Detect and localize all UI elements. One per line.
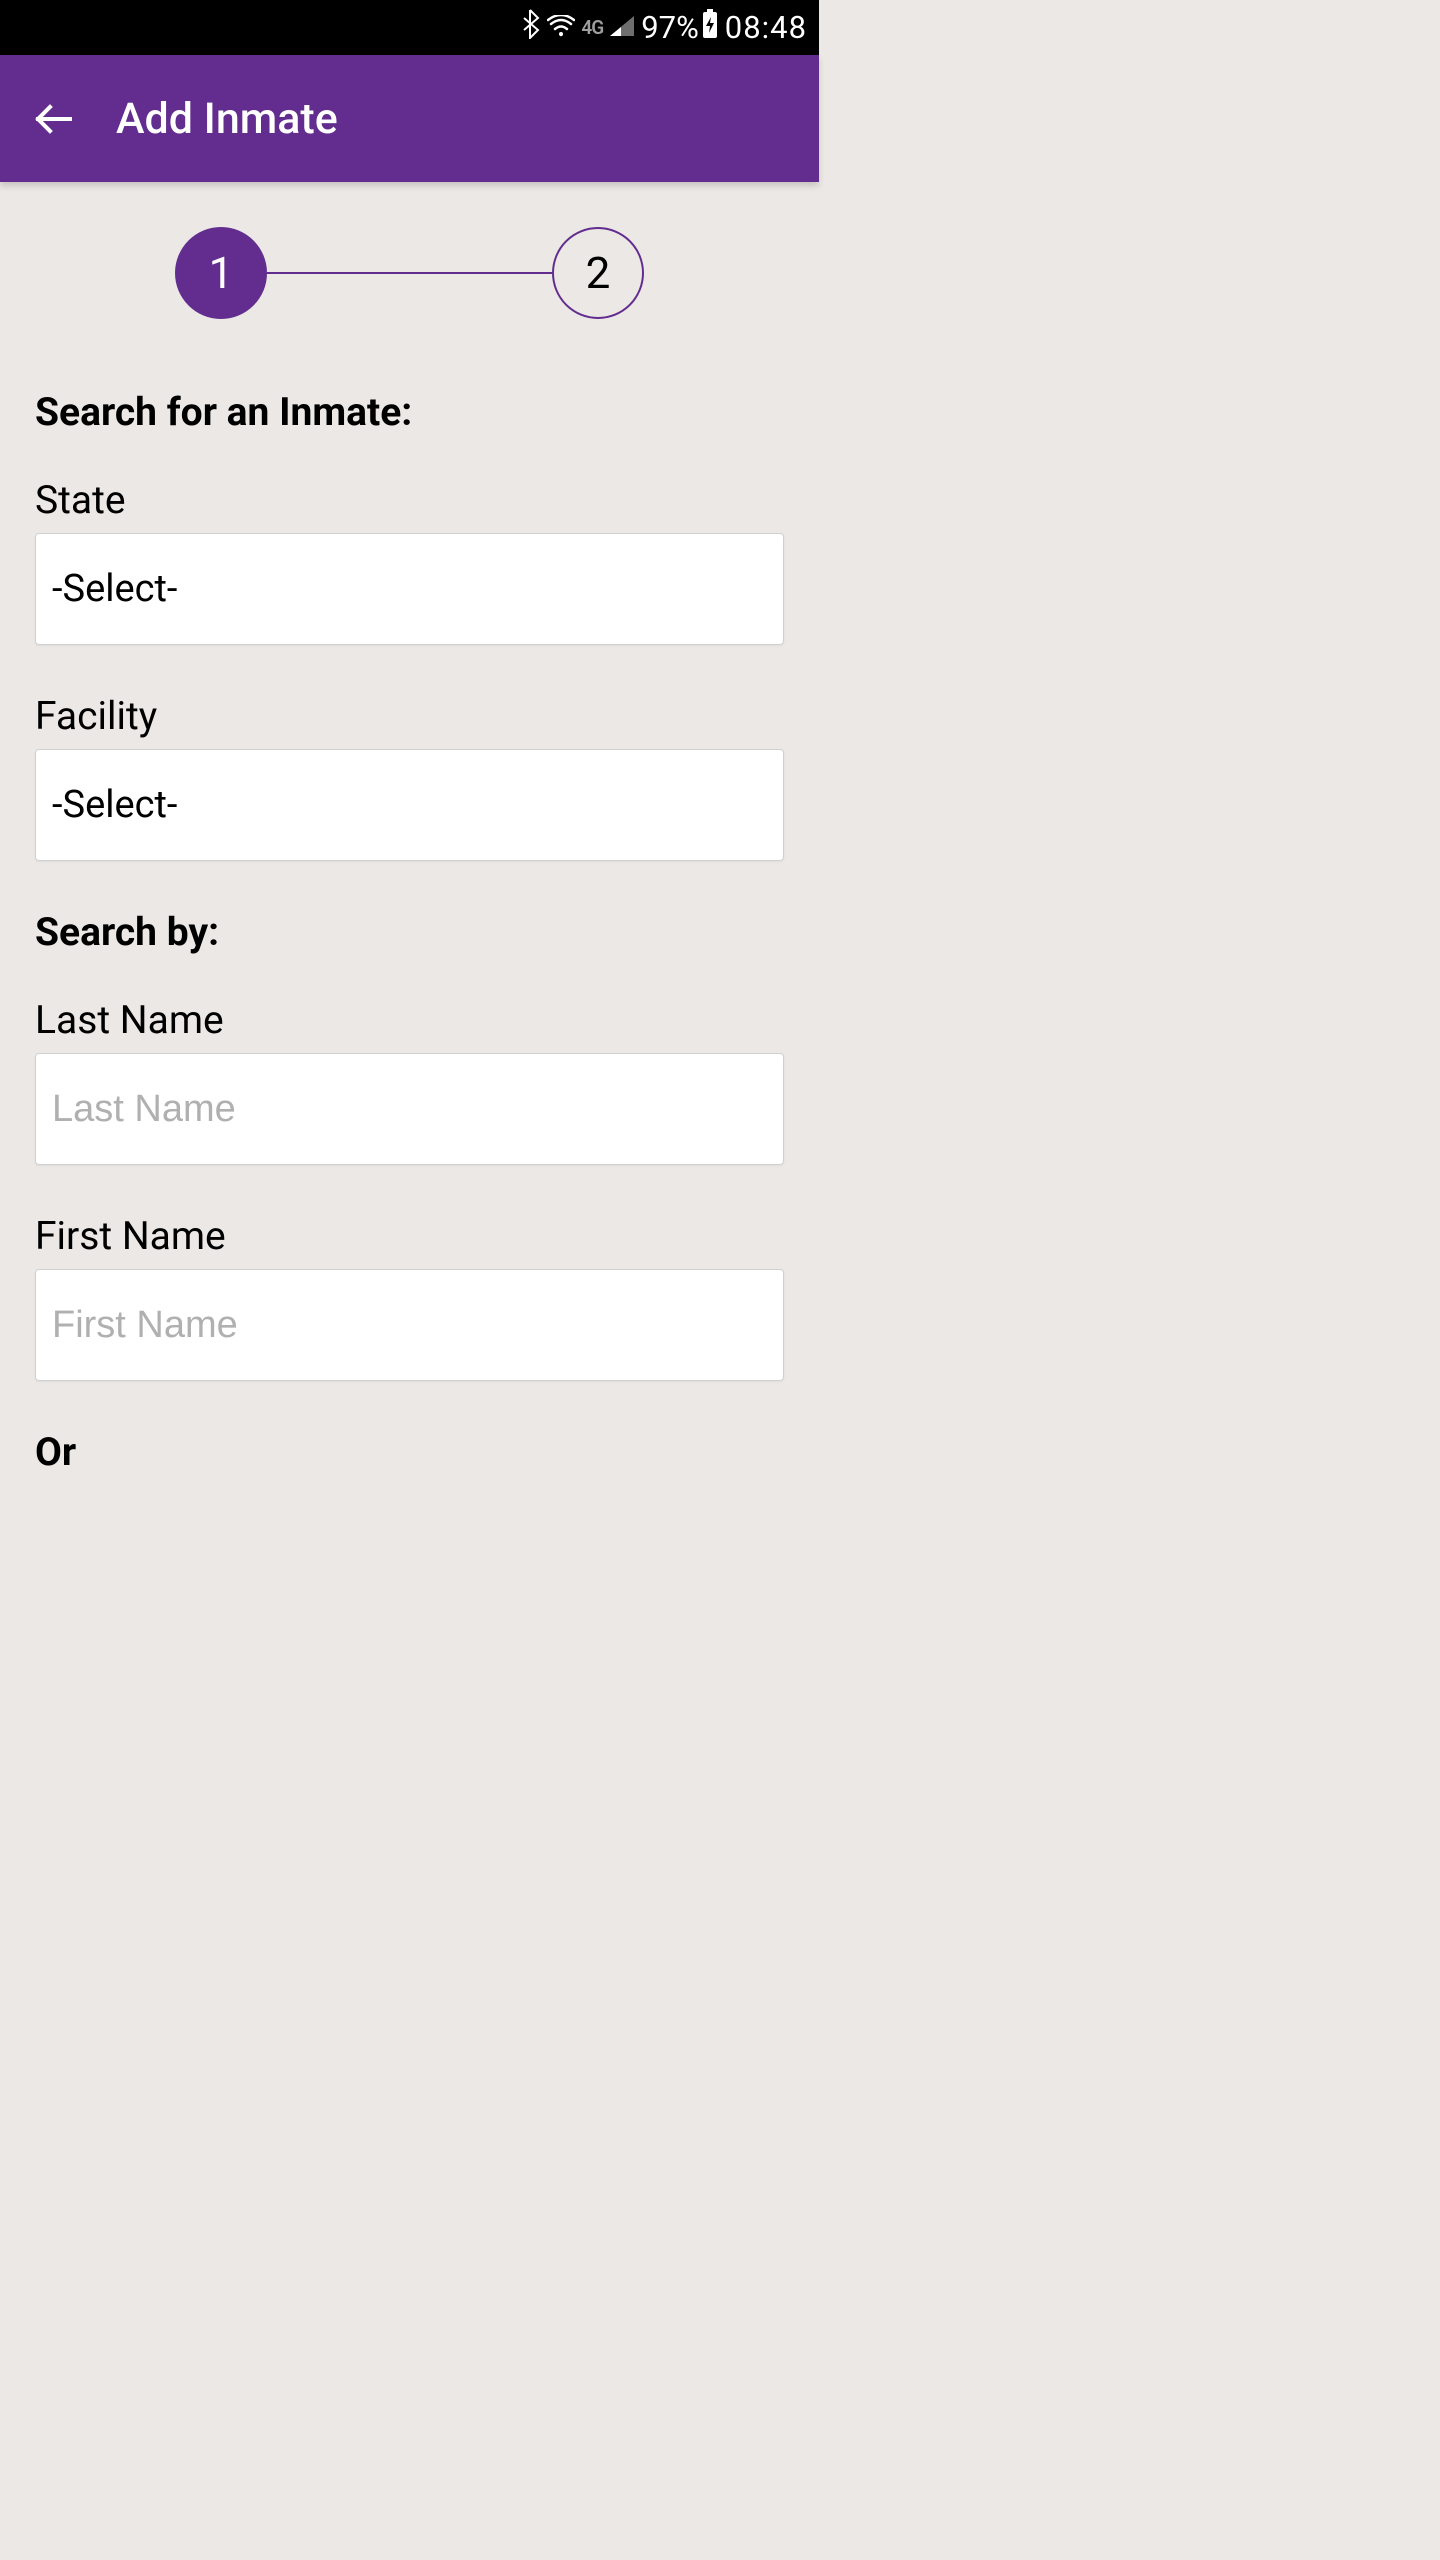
step-2: 2 [552,227,644,319]
first-name-field-group: First Name [35,1213,784,1381]
step-connector [267,272,552,274]
clock-text: 08:48 [725,9,807,46]
status-icons: 4G 97% 08:48 [519,9,807,47]
step-indicator: 1 2 [35,227,784,319]
facility-select[interactable]: -Select- [35,749,784,861]
search-by-heading: Search by: [35,909,784,955]
bluetooth-icon [519,9,541,46]
battery-status: 97% [641,9,719,47]
first-name-label: First Name [35,1213,784,1259]
page-title: Add Inmate [116,94,338,144]
back-button[interactable] [32,97,76,141]
battery-charging-icon [701,9,719,47]
state-select[interactable]: -Select- [35,533,784,645]
content-area: 1 2 Search for an Inmate: State -Select-… [0,182,819,1475]
arrow-left-icon [32,97,76,141]
last-name-field-group: Last Name [35,997,784,1165]
wifi-icon [547,11,575,44]
state-label: State [35,477,784,523]
last-name-label: Last Name [35,997,784,1043]
facility-field-group: Facility -Select- [35,693,784,861]
signal-icon [609,11,635,44]
last-name-input[interactable] [35,1053,784,1165]
app-bar: Add Inmate [0,55,819,182]
battery-percent-text: 97% [641,9,699,46]
network-type-label: 4G [581,16,603,39]
search-section-heading: Search for an Inmate: [35,389,784,435]
or-heading: Or [35,1429,784,1475]
facility-label: Facility [35,693,784,739]
status-bar: 4G 97% 08:48 [0,0,819,55]
state-field-group: State -Select- [35,477,784,645]
first-name-input[interactable] [35,1269,784,1381]
step-1: 1 [175,227,267,319]
